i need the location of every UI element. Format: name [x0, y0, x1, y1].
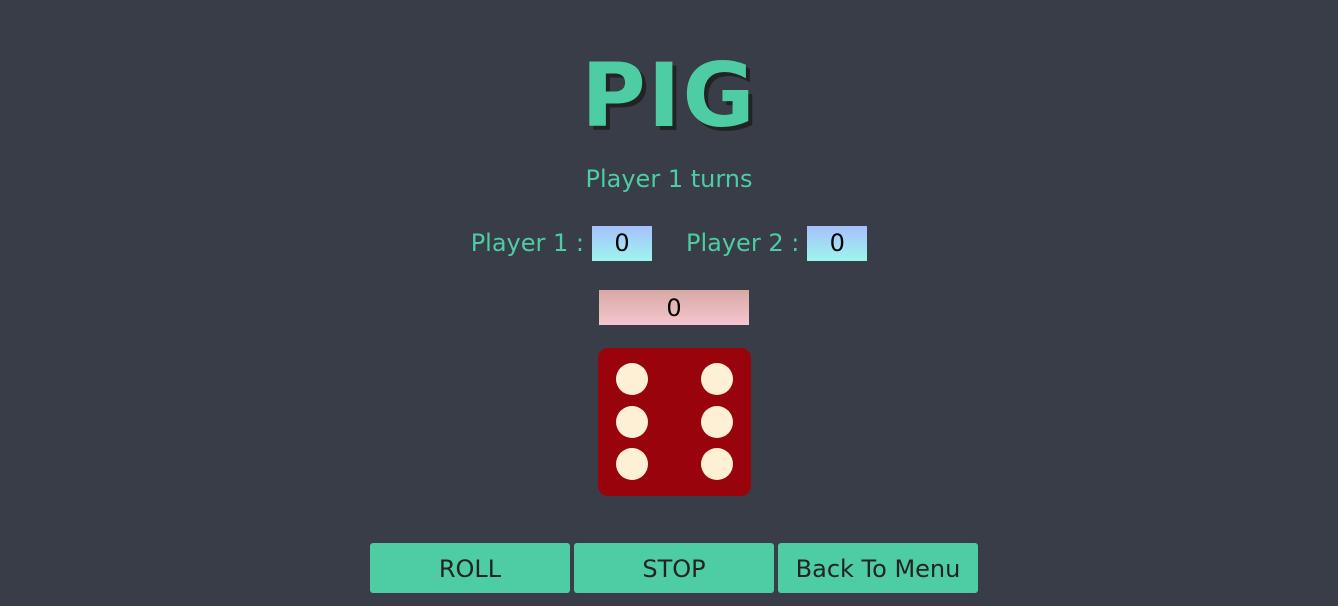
player1-score: 0	[592, 225, 652, 261]
player2-score: 0	[807, 225, 868, 261]
current-turn-score: 0	[599, 290, 749, 325]
back-to-menu-button[interactable]: Back To Menu	[778, 543, 978, 593]
player2-label: Player 2 :	[686, 229, 800, 257]
die-pip	[701, 406, 733, 438]
game-title: PIG	[581, 44, 757, 147]
die	[598, 348, 751, 496]
roll-button[interactable]: ROLL	[370, 543, 570, 593]
die-pip	[701, 448, 733, 480]
die-pip	[701, 363, 733, 395]
turn-indicator: Player 1 turns	[585, 165, 753, 193]
die-pip	[616, 448, 648, 480]
die-pip	[616, 406, 648, 438]
scoreboard: Player 1 : 0 Player 2 : 0	[0, 225, 1338, 261]
stop-button[interactable]: STOP	[574, 543, 774, 593]
action-buttons: ROLL STOP Back To Menu	[370, 543, 982, 593]
die-pip	[616, 363, 648, 395]
player1-label: Player 1 :	[470, 229, 584, 257]
